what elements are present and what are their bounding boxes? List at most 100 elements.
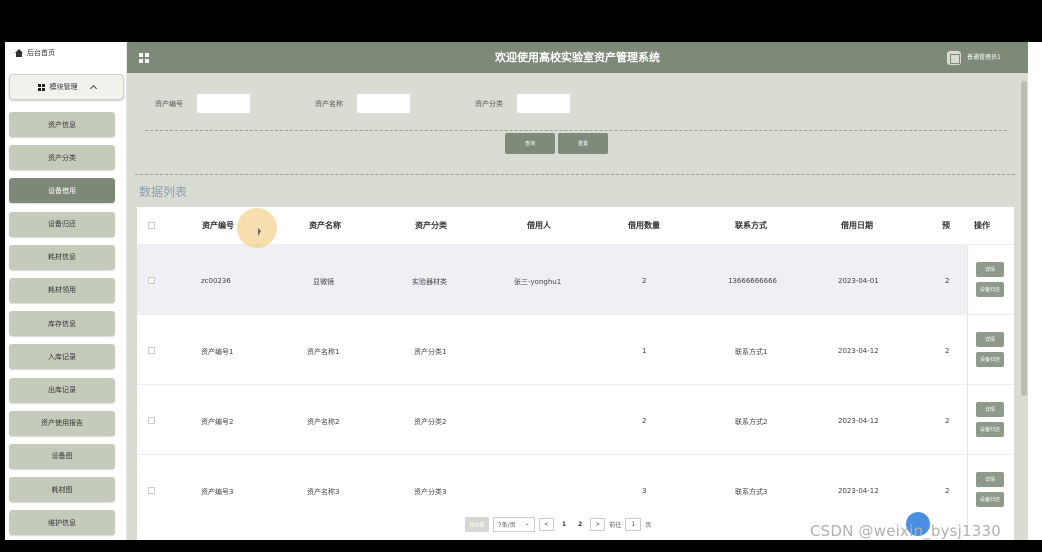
home-label: 后台首页 (27, 49, 55, 57)
row-actions: 详情 设备归还 (967, 455, 1014, 524)
col-actions: 操作 (974, 221, 990, 230)
avatar[interactable] (947, 51, 961, 65)
cell-borrow-date: 2023-04-12 (838, 417, 879, 425)
grid-icon (37, 83, 45, 91)
sidebar-item-asset-usage-report[interactable]: 资产使用报告 (9, 410, 115, 436)
cell-asset-category: 资产分类1 (414, 348, 447, 356)
return-button[interactable]: 设备归还 (976, 352, 1004, 367)
detail-button[interactable]: 详情 (976, 402, 1004, 417)
page-scrollbar[interactable] (1021, 81, 1027, 396)
row-checkbox[interactable] (148, 487, 155, 494)
divider (135, 174, 1015, 175)
cell-contact: 联系方式3 (735, 488, 768, 496)
top-header: 欢迎使用高校实验室资产管理系统 普通管理员1 (127, 42, 1028, 73)
sidebar-item-equipment-chart[interactable]: 设备图 (9, 443, 115, 469)
next-page-button[interactable]: > (590, 517, 606, 531)
sidebar-item-consumable-use[interactable]: 耗材领用 (9, 277, 115, 303)
sidebar-item-equipment-borrow[interactable]: 设备借用 (9, 178, 115, 204)
col-borrower: 借用人 (527, 221, 551, 230)
reset-button[interactable]: 重置 (558, 133, 608, 154)
watermark: CSDN @weixin_bysj1330 (810, 522, 1002, 540)
table-row[interactable]: 资产编号1 资产名称1 资产分类1 1 联系方式1 2023-04-12 2 详… (137, 314, 1014, 384)
col-asset-no: 资产编号 (202, 221, 234, 230)
select-all-checkbox[interactable] (148, 222, 155, 229)
page-number-2[interactable]: 2 (574, 519, 586, 530)
data-table: 资产编号 资产名称 资产分类 借用人 借用数量 联系方式 借用日期 预 操作 z… (137, 207, 1014, 540)
asset-no-input[interactable] (196, 93, 251, 114)
sidebar: 后台首页 模块管理 资产信息 资产分类 设备借用 设备归还 耗材信息 耗材领用 … (5, 42, 127, 540)
detail-button[interactable]: 详情 (976, 472, 1004, 487)
cell-borrow-qty: 2 (642, 277, 647, 285)
sidebar-item-asset-category[interactable]: 资产分类 (9, 145, 115, 171)
cell-contact: 13666666666 (728, 277, 777, 285)
asset-category-input[interactable] (516, 93, 571, 114)
goto-page-input[interactable]: 1 (625, 517, 642, 531)
page-number-1[interactable]: 1 (558, 519, 570, 530)
cell-asset-name: 资产名称2 (307, 418, 340, 426)
col-asset-category: 资产分类 (415, 221, 447, 230)
page-unit-label: 页 (645, 521, 652, 529)
row-actions: 详情 设备归还 (967, 245, 1014, 314)
page-size-select[interactable]: 7条/页 ⌄ (492, 516, 535, 532)
sidebar-item-inventory-info[interactable]: 库存信息 (9, 311, 115, 337)
cell-borrow-qty: 2 (642, 417, 647, 425)
home-icon (15, 49, 23, 57)
cell-expected: 2 (945, 277, 950, 285)
main-content: 资产编号 资产名称 资产分类 查询 重置 数据列表 资产编号 资产名称 资产分类… (127, 73, 1028, 540)
table-row[interactable]: 资产编号2 资产名称2 资产分类2 2 联系方式2 2023-04-12 2 详… (137, 384, 1014, 454)
sidebar-item-maintenance-info[interactable]: 维护信息 (9, 510, 115, 536)
cell-asset-name: 资产名称3 (307, 488, 340, 496)
row-checkbox[interactable] (148, 417, 155, 424)
cell-expected: 2 (945, 417, 950, 425)
cell-asset-name: 资产名称1 (307, 348, 340, 356)
cell-expected: 2 (945, 347, 950, 355)
cell-borrow-date: 2023-04-12 (838, 347, 879, 355)
row-actions: 详情 设备归还 (967, 385, 1014, 454)
user-name[interactable]: 普通管理员1 (967, 42, 1001, 74)
module-management-toggle[interactable]: 模块管理 (9, 74, 124, 100)
table-row[interactable]: 资产编号3 资产名称3 资产分类3 3 联系方式3 2023-04-12 2 详… (137, 454, 1014, 524)
row-checkbox[interactable] (148, 347, 155, 354)
screen-bottom-border (0, 540, 1042, 552)
sidebar-item-consumable-chart[interactable]: 耗材图 (9, 477, 115, 503)
sidebar-item-outbound-record[interactable]: 出库记录 (9, 377, 115, 403)
col-borrow-qty: 借用数量 (628, 221, 660, 230)
detail-button[interactable]: 详情 (976, 262, 1004, 277)
return-button[interactable]: 设备归还 (976, 422, 1004, 437)
prev-page-button[interactable]: < (538, 517, 554, 531)
row-checkbox[interactable] (148, 277, 155, 284)
cell-asset-category: 实验器材类 (412, 278, 447, 286)
chevron-down-icon: ⌄ (524, 519, 530, 527)
asset-no-label: 资产编号 (155, 100, 183, 108)
sidebar-item-inbound-record[interactable]: 入库记录 (9, 344, 115, 370)
page-title: 欢迎使用高校实验室资产管理系统 (495, 51, 660, 64)
col-borrow-date: 借用日期 (841, 221, 873, 230)
col-contact: 联系方式 (735, 221, 767, 230)
sidebar-item-equipment-return[interactable]: 设备归还 (9, 211, 115, 237)
screen-right-edge (1028, 42, 1042, 540)
list-title: 数据列表 (139, 185, 188, 199)
asset-category-label: 资产分类 (475, 100, 503, 108)
return-button[interactable]: 设备归还 (976, 492, 1004, 507)
cursor-highlight (237, 208, 277, 248)
detail-button[interactable]: 详情 (976, 332, 1004, 347)
module-label: 模块管理 (49, 83, 78, 91)
sidebar-item-asset-info[interactable]: 资产信息 (9, 112, 115, 137)
return-button[interactable]: 设备归还 (976, 282, 1004, 297)
sidebar-item-consumable-info[interactable]: 耗材信息 (9, 244, 115, 270)
home-link[interactable]: 后台首页 (15, 46, 55, 60)
chevron-up-icon (89, 84, 97, 93)
query-button[interactable]: 查询 (505, 133, 555, 154)
goto-label: 前往 (609, 521, 622, 529)
asset-name-input[interactable] (356, 93, 411, 114)
divider (145, 130, 1007, 131)
table-row[interactable]: zc00236 显微镜 实验器材类 张三-yonghu1 2 136666666… (137, 244, 1014, 314)
cell-contact: 联系方式2 (735, 418, 768, 426)
pagination: 共9条 7条/页 ⌄ < 1 2 > 前往 1 页 (465, 516, 651, 532)
cell-asset-no: zc00236 (201, 277, 231, 285)
mouse-pointer-icon (258, 228, 261, 236)
pagination-total: 共9条 (465, 516, 489, 532)
page-size-value: 7条/页 (497, 521, 516, 529)
search-form: 资产编号 资产名称 资产分类 (127, 93, 1028, 115)
sidebar-menu: 资产信息 资产分类 设备借用 设备归还 耗材信息 耗材领用 库存信息 入库记录 … (9, 112, 115, 543)
